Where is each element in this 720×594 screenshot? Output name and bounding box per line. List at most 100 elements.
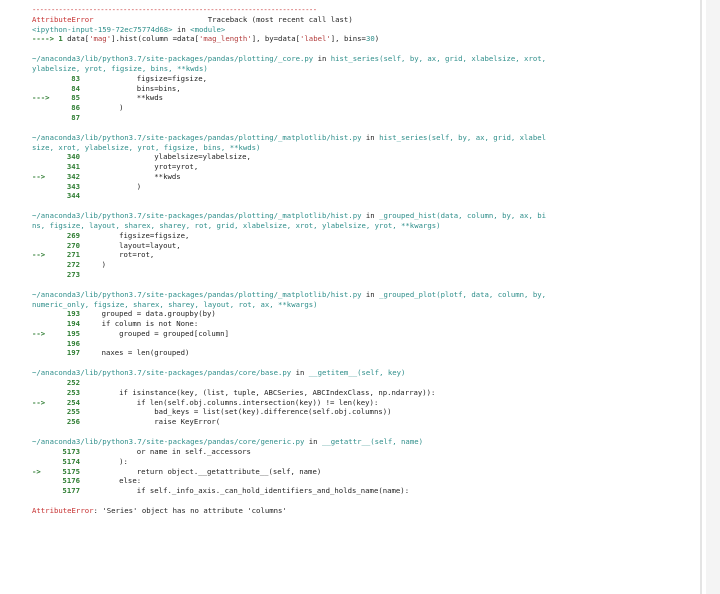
code-line: --> 195 grouped = grouped[column] <box>32 329 696 339</box>
frame-signature-cont: ylabelsize, yrot, figsize, bins, **kwds) <box>32 64 208 74</box>
frame-path: ~/anaconda3/lib/python3.7/site-packages/… <box>32 132 362 142</box>
code-line: 344 <box>32 191 696 201</box>
code-text: bad_keys = list(set(key).difference(self… <box>84 407 392 417</box>
code-text: **kwds <box>84 93 164 103</box>
code-line: 341 yrot=yrot, <box>32 162 696 172</box>
traceback-frame: ~/anaconda3/lib/python3.7/site-packages/… <box>32 437 696 496</box>
code-line: 253 if isinstance(key, (list, tuple, ABC… <box>32 388 696 398</box>
line-number: 252 <box>66 378 80 388</box>
frame-signature: ~/anaconda3/lib/python3.7/site-packages/… <box>32 368 406 378</box>
line-number: 340 <box>66 152 80 162</box>
final-error-message: : 'Series' object has no attribute 'colu… <box>93 506 287 516</box>
code-line: 196 <box>32 339 696 349</box>
code-line: 87 <box>32 113 696 123</box>
line-number: 197 <box>66 348 80 358</box>
line-number: 255 <box>66 407 80 417</box>
line-number: 87 <box>71 112 80 122</box>
current-line-arrow: --> <box>32 328 50 338</box>
line-number: 195 <box>66 328 80 338</box>
traceback-frame: ~/anaconda3/lib/python3.7/site-packages/… <box>32 211 696 279</box>
code-line: 194 if column is not None: <box>32 319 696 329</box>
line-number: 273 <box>66 269 80 279</box>
scrollbar-track[interactable] <box>706 0 720 594</box>
frame-function: hist_series <box>379 132 428 142</box>
traceback-separator: ----------------------------------------… <box>32 5 317 14</box>
code-line: 83 figsize=figsize, <box>32 74 696 84</box>
code-line: 5174 ): <box>32 457 696 467</box>
code-text: raise KeyError( <box>84 417 221 427</box>
code-line: 86 ) <box>32 103 696 113</box>
frame-signature-cont: numeric_only, figsize, sharex, sharey, l… <box>32 299 318 309</box>
frame-args: (self, key) <box>357 368 406 378</box>
code-text: **kwds <box>84 171 181 181</box>
line-number: 270 <box>66 240 80 250</box>
code-line: 5173 or name in self._accessors <box>32 447 696 457</box>
code-line: 255 bad_keys = list(set(key).difference(… <box>32 407 696 417</box>
frame-args: (self, name) <box>370 437 423 447</box>
code-text: ylabelsize=ylabelsize, <box>84 152 251 162</box>
code-line: ---> 85 **kwds <box>32 93 696 103</box>
frame-args: (data, column, by, ax, bi <box>436 211 547 221</box>
code-line: -> 5175 return object.__getattribute__(s… <box>32 467 696 477</box>
frame-path: ~/anaconda3/lib/python3.7/site-packages/… <box>32 368 292 378</box>
line-number: 256 <box>66 417 80 427</box>
code-text: bins=bins, <box>84 83 181 93</box>
traceback-frame: ~/anaconda3/lib/python3.7/site-packages/… <box>32 368 696 427</box>
traceback-frame: ~/anaconda3/lib/python3.7/site-packages/… <box>32 54 696 122</box>
traceback-output: ----------------------------------------… <box>32 5 696 516</box>
code-text: grouped = grouped[column] <box>84 328 229 338</box>
code-line: 252 <box>32 378 696 388</box>
frame-signature: ~/anaconda3/lib/python3.7/site-packages/… <box>32 289 547 299</box>
current-line-arrow: --> <box>32 171 50 181</box>
code-text: rot=rot, <box>84 250 155 260</box>
code-text: return object.__getattribute__(self, nam… <box>84 466 322 476</box>
code-line: 272 ) <box>32 260 696 270</box>
code-text: ) <box>84 103 124 113</box>
input-ref: <ipython-input-159-72ec75774d68> <box>32 24 173 34</box>
code-line: 270 layout=layout, <box>32 241 696 251</box>
frame-signature-cont: ns, figsize, layout, sharex, sharey, rot… <box>32 221 441 231</box>
code-line: 273 <box>32 270 696 280</box>
frame-function: _grouped_plot <box>379 289 437 299</box>
traceback-frames: ~/anaconda3/lib/python3.7/site-packages/… <box>32 44 696 496</box>
line-number: 271 <box>66 250 80 260</box>
code-text: ): <box>84 456 128 466</box>
code-text: or name in self._accessors <box>84 447 251 457</box>
line-number: 341 <box>66 162 80 172</box>
code-text: ) <box>84 181 142 191</box>
line-number: 194 <box>66 319 80 329</box>
code-line: 193 grouped = data.groupby(by) <box>32 309 696 319</box>
code-line: 197 naxes = len(grouped) <box>32 348 696 358</box>
current-line-arrow: --> <box>32 397 50 407</box>
line-number: 83 <box>71 73 80 83</box>
code-text: layout=layout, <box>84 240 181 250</box>
frame-path: ~/anaconda3/lib/python3.7/site-packages/… <box>32 289 362 299</box>
code-line: 269 figsize=figsize, <box>32 231 696 241</box>
code-line: 5177 if self._info_axis._can_hold_identi… <box>32 486 696 496</box>
code-line: 5176 else: <box>32 476 696 486</box>
code-line: 340 ylabelsize=ylabelsize, <box>32 152 696 162</box>
frame-path: ~/anaconda3/lib/python3.7/site-packages/… <box>32 437 305 447</box>
current-line-arrow: -> <box>32 466 46 476</box>
line-number: 5174 <box>62 456 80 466</box>
code-line: 343 ) <box>32 182 696 192</box>
line-number: 193 <box>66 309 80 319</box>
code-line: 256 raise KeyError( <box>32 417 696 427</box>
line-number: 342 <box>66 171 80 181</box>
code-line: --> 254 if len(self.obj.columns.intersec… <box>32 398 696 408</box>
code-text: grouped = data.groupby(by) <box>84 309 216 319</box>
code-line: 84 bins=bins, <box>32 84 696 94</box>
code-text: if len(self.obj.columns.intersection(key… <box>84 397 379 407</box>
code-text: ) <box>84 260 106 270</box>
input-module: <module> <box>190 24 226 34</box>
code-text: else: <box>84 476 142 486</box>
current-line-arrow: --> <box>32 250 50 260</box>
frame-args: (self, by, ax, grid, xlabel <box>427 132 547 142</box>
frame-signature: ~/anaconda3/lib/python3.7/site-packages/… <box>32 132 547 142</box>
line-number: 84 <box>71 83 80 93</box>
input-code-line: ----> 1 data['mag'].hist(column =data['m… <box>32 34 380 44</box>
code-text: if column is not None: <box>84 319 199 329</box>
line-number: 254 <box>66 397 80 407</box>
frame-signature: ~/anaconda3/lib/python3.7/site-packages/… <box>32 437 423 447</box>
final-error-line: AttributeError: 'Series' object has no a… <box>32 506 696 516</box>
